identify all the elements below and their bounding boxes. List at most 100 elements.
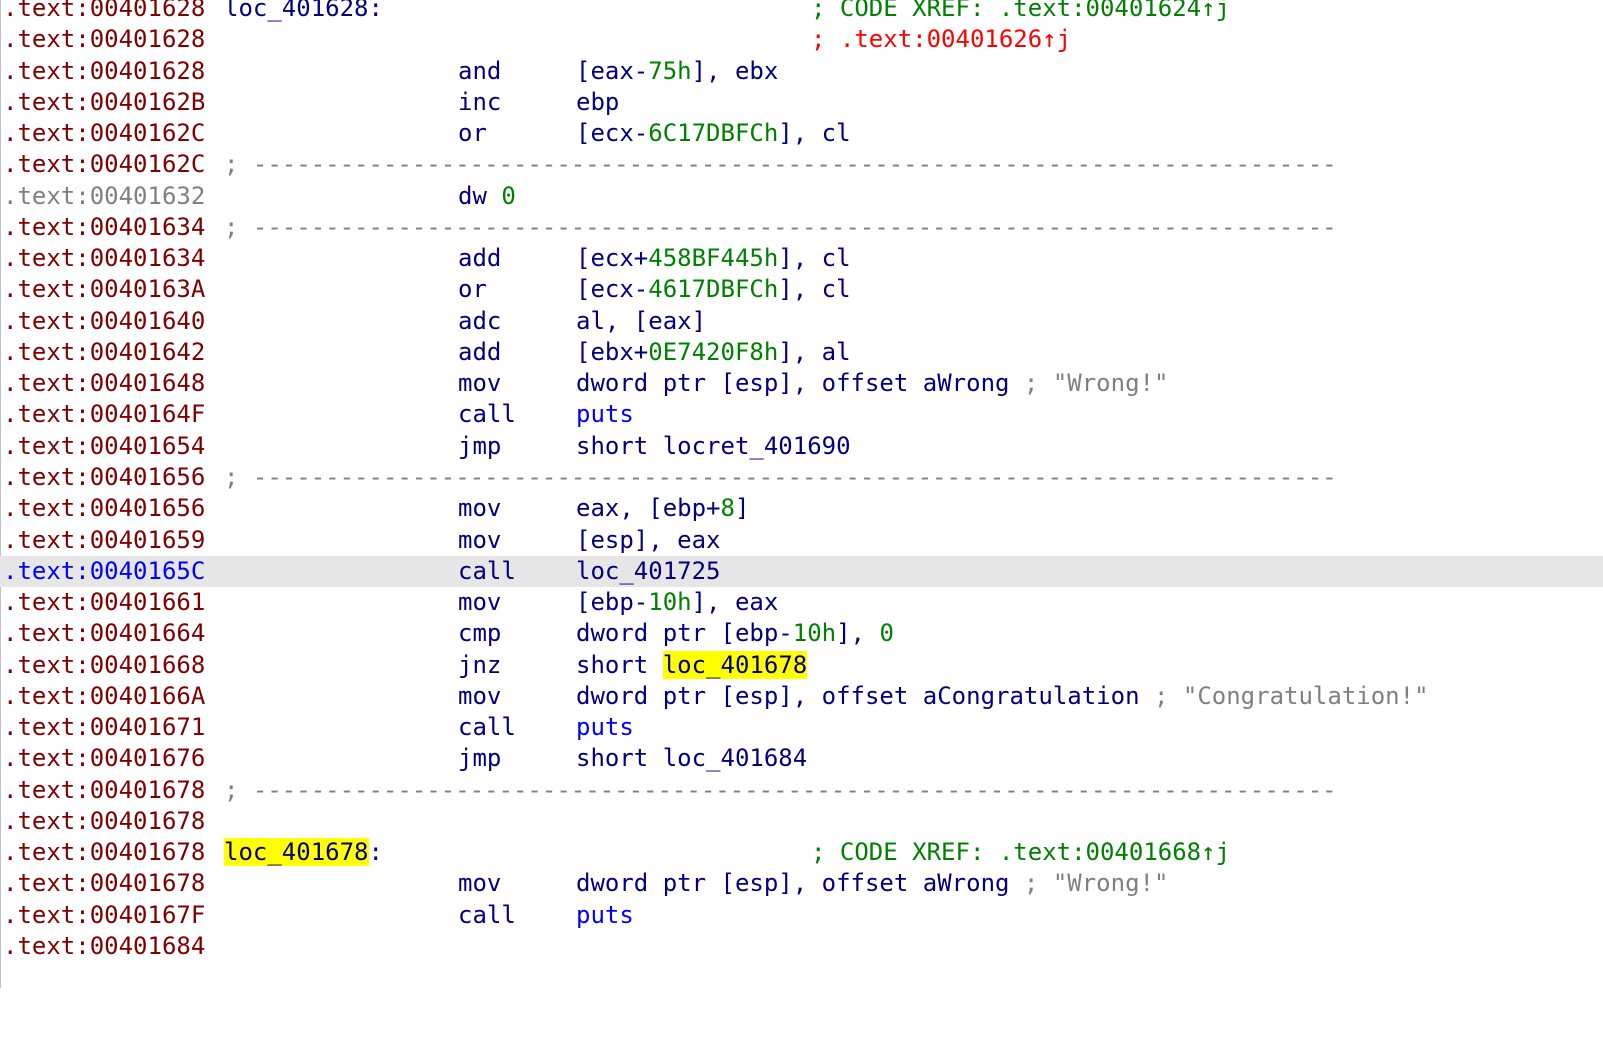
listing-line[interactable]: .text:00401659 mov [esp], eax (0, 525, 1603, 556)
listing-line[interactable]: .text:00401676 jmp short loc_401684 (0, 743, 1603, 774)
listing-line[interactable]: .text:00401640 adc al, [eax] (0, 306, 1603, 337)
operands[interactable]: al, [eax] (576, 306, 706, 337)
operands[interactable]: [ecx-6C17DBFCh], cl (576, 118, 851, 149)
listing-line[interactable]: .text:00401656 ; -----------------------… (0, 462, 1603, 493)
address[interactable]: .text:0040166A (3, 681, 205, 712)
operands[interactable]: dword ptr [esp], offset aWrong ; "Wrong!… (576, 868, 1168, 899)
address[interactable]: .text:00401671 (3, 712, 205, 743)
call-target[interactable]: puts (576, 900, 634, 931)
listing-line[interactable]: .text:0040166A mov dword ptr [esp], offs… (0, 681, 1603, 712)
address[interactable]: .text:00401628 (3, 0, 205, 24)
listing-line[interactable]: .text:00401654 jmp short locret_401690 (0, 431, 1603, 462)
label-name[interactable]: loc_401628 (224, 0, 369, 22)
code-label[interactable]: loc_401678: (224, 837, 383, 868)
operand-text: eax, [ebp+ (576, 494, 721, 523)
operand-text[interactable]: dword ptr [esp], offset aWrong (576, 369, 1009, 397)
address[interactable]: .text:0040162C (3, 149, 205, 180)
listing-line[interactable]: .text:0040167F call puts (0, 900, 1603, 931)
address[interactable]: .text:00401678 (3, 837, 205, 868)
address[interactable]: .text:00401628 (3, 24, 205, 55)
operands[interactable]: short loc_401684 (576, 743, 807, 774)
operand-text: ], al (778, 337, 851, 366)
code-xref-comment[interactable]: ; CODE XREF: .text:00401668↑j (811, 837, 1230, 868)
address[interactable]: .text:0040162C (3, 118, 205, 149)
address[interactable]: .text:00401684 (3, 931, 205, 962)
listing-line[interactable]: .text:00401664 cmp dword ptr [ebp-10h], … (0, 618, 1603, 649)
address[interactable]: .text:00401656 (3, 462, 205, 493)
code-label[interactable]: loc_401628: (224, 0, 383, 24)
listing-line[interactable]: .text:00401668 jnz short loc_401678 (0, 650, 1603, 681)
address[interactable]: .text:00401664 (3, 618, 205, 649)
operands[interactable]: [ecx-4617DBFCh], cl (576, 274, 851, 305)
operands[interactable]: [ebx+0E7420F8h], al (576, 337, 851, 368)
address[interactable]: .text:00401676 (3, 743, 205, 774)
operands[interactable]: [eax-75h], ebx (576, 56, 778, 87)
listing-line[interactable]: .text:00401678 (0, 806, 1603, 837)
listing-line[interactable]: .text:00401671 call puts (0, 712, 1603, 743)
listing-line[interactable]: .text:0040163A or [ecx-4617DBFCh], cl (0, 274, 1603, 305)
address[interactable]: .text:00401659 (3, 525, 205, 556)
address[interactable]: .text:00401678 (3, 868, 205, 899)
operands[interactable]: dword ptr [esp], offset aWrong ; "Wrong!… (576, 368, 1168, 399)
listing-line[interactable]: .text:00401642 add [ebx+0E7420F8h], al (0, 337, 1603, 368)
listing-line[interactable]: .text:0040162C ; -----------------------… (0, 149, 1603, 180)
operand-number: 458BF445h (648, 244, 779, 273)
disassembly-listing[interactable]: .text:00401628 loc_401628: ; CODE XREF: … (0, 0, 1603, 962)
listing-line[interactable]: .text:00401678 loc_401678: ; CODE XREF: … (0, 837, 1603, 868)
operands[interactable]: dword ptr [ebp-10h], 0 (576, 618, 894, 649)
address[interactable]: .text:0040167F (3, 900, 205, 931)
address[interactable]: .text:00401656 (3, 493, 205, 524)
listing-line[interactable]: .text:00401678 ; -----------------------… (0, 775, 1603, 806)
address[interactable]: .text:0040162B (3, 87, 205, 118)
address[interactable]: .text:0040164F (3, 399, 205, 430)
address[interactable]: .text:0040165C (3, 556, 205, 587)
listing-line[interactable]: .text:0040162B inc ebp (0, 87, 1603, 118)
address[interactable]: .text:00401648 (3, 368, 205, 399)
operands[interactable]: short loc_401678 (576, 650, 808, 681)
address[interactable]: .text:00401661 (3, 587, 205, 618)
operands[interactable]: dword ptr [esp], offset aCongratulation … (576, 681, 1429, 712)
operands[interactable]: short locret_401690 (576, 431, 851, 462)
address[interactable]: .text:00401632 (3, 181, 205, 212)
listing-line[interactable]: .text:00401632 dw 0 (0, 181, 1603, 212)
address[interactable]: .text:0040163A (3, 274, 205, 305)
address[interactable]: .text:00401634 (3, 212, 205, 243)
address[interactable]: .text:00401678 (3, 806, 205, 837)
listing-line[interactable]: .text:00401628 ; .text:00401626↑j (0, 24, 1603, 55)
operands[interactable]: [esp], eax (576, 525, 721, 556)
listing-line[interactable]: .text:0040162C or [ecx-6C17DBFCh], cl (0, 118, 1603, 149)
listing-line[interactable]: .text:00401634 ; -----------------------… (0, 212, 1603, 243)
code-xref-comment[interactable]: ; CODE XREF: .text:00401624↑j (811, 0, 1230, 24)
address[interactable]: .text:00401668 (3, 650, 205, 681)
operands[interactable]: [ebp-10h], eax (576, 587, 778, 618)
operands[interactable]: eax, [ebp+8] (576, 493, 749, 524)
operand-text[interactable]: dword ptr [esp], offset aWrong (576, 869, 1009, 897)
address[interactable]: .text:00401634 (3, 243, 205, 274)
listing-line[interactable]: .text:00401656 mov eax, [ebp+8] (0, 493, 1603, 524)
address[interactable]: .text:00401654 (3, 431, 205, 462)
address[interactable]: .text:00401640 (3, 306, 205, 337)
mnemonic: add (458, 244, 502, 273)
listing-line[interactable]: .text:00401628 loc_401628: ; CODE XREF: … (0, 0, 1603, 24)
operands[interactable]: loc_401725 (576, 556, 721, 587)
highlighted-label-name[interactable]: loc_401678 (224, 838, 369, 867)
address[interactable]: .text:00401678 (3, 775, 205, 806)
operand-text[interactable]: dword ptr [esp], offset aCongratulation (576, 682, 1140, 710)
operands[interactable]: [ecx+458BF445h], cl (576, 243, 851, 274)
call-target[interactable]: puts (576, 712, 634, 743)
listing-line[interactable]: .text:00401634 add [ecx+458BF445h], cl (0, 243, 1603, 274)
current-line[interactable]: .text:0040165C call loc_401725 (0, 555, 1603, 588)
address[interactable]: .text:00401628 (3, 56, 205, 87)
listing-line[interactable]: .text:00401628 and [eax-75h], ebx (0, 56, 1603, 87)
listing-line[interactable]: .text:00401684 (0, 931, 1603, 962)
listing-line[interactable]: .text:00401661 mov [ebp-10h], eax (0, 587, 1603, 618)
listing-line[interactable]: .text:0040164F call puts (0, 399, 1603, 430)
code-xref-comment[interactable]: ; .text:00401626↑j (811, 24, 1071, 55)
operands[interactable]: ebp (576, 87, 619, 118)
listing-line[interactable]: .text:00401648 mov dword ptr [esp], offs… (0, 368, 1603, 399)
address[interactable]: .text:00401642 (3, 337, 205, 368)
listing-line[interactable]: .text:00401678 mov dword ptr [esp], offs… (0, 868, 1603, 899)
call-target[interactable]: puts (576, 399, 634, 430)
mnemonic: jmp (458, 431, 502, 460)
highlighted-jump-target[interactable]: loc_401678 (662, 650, 808, 679)
